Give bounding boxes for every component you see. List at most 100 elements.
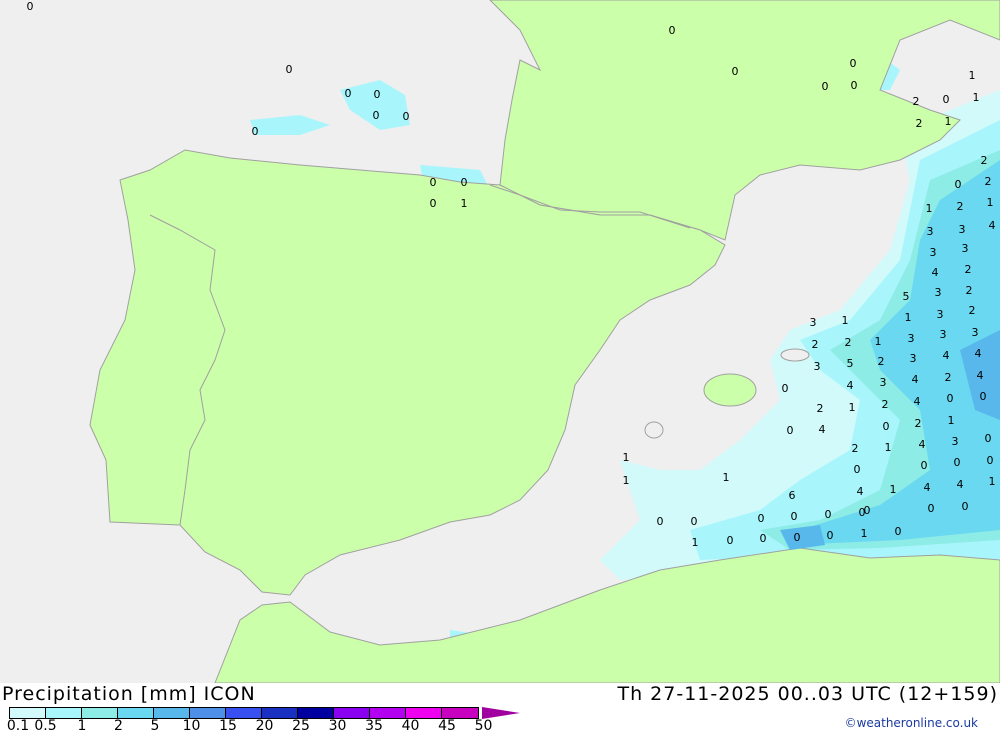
precip-value-label: 4 <box>989 219 996 232</box>
color-swatch <box>262 708 298 718</box>
scale-tick-label: 20 <box>255 718 274 734</box>
credit-link[interactable]: ©weatheronline.co.uk <box>845 716 978 730</box>
scale-tick-label: 0.1 <box>6 718 30 734</box>
scale-tick-label: 30 <box>328 718 347 734</box>
precip-value-label: 3 <box>930 246 937 259</box>
precip-value-label: 0 <box>782 382 789 395</box>
precip-value-label: 3 <box>937 308 944 321</box>
precip-value-label: 4 <box>847 379 854 392</box>
precip-value-label: 2 <box>852 442 859 455</box>
precip-value-label: 3 <box>952 435 959 448</box>
precip-value-label: 5 <box>847 357 854 370</box>
precip-value-label: 2 <box>981 154 988 167</box>
precip-value-label: 1 <box>875 335 882 348</box>
precip-value-label: 4 <box>975 347 982 360</box>
precip-value-label: 0 <box>985 432 992 445</box>
precip-value-label: 0 <box>374 88 381 101</box>
precip-value-label: 3 <box>910 352 917 365</box>
color-scale-ticks: 0.1 0.5 1 2 5 10 15 20 25 30 35 40 45 50 <box>0 718 520 734</box>
precip-value-label: 2 <box>817 402 824 415</box>
precip-value-label: 1 <box>723 471 730 484</box>
precip-value-label: 3 <box>908 332 915 345</box>
precip-value-label: 4 <box>919 438 926 451</box>
precip-value-label: 5 <box>903 290 910 303</box>
precip-value-label: 4 <box>819 423 826 436</box>
precip-value-label: 0 <box>461 176 468 189</box>
precip-value-label: 1 <box>987 196 994 209</box>
precip-value-label: 6 <box>789 489 796 502</box>
precip-value-label: 0 <box>760 532 767 545</box>
precip-value-label: 0 <box>787 424 794 437</box>
precip-value-label: 0 <box>286 63 293 76</box>
scale-tick-label: 0.5 <box>34 718 57 734</box>
color-swatch <box>10 708 46 718</box>
precip-value-label: 0 <box>727 534 734 547</box>
valid-time: Th 27-11-2025 00..03 UTC (12+159) <box>617 683 998 705</box>
precip-value-label: 3 <box>972 326 979 339</box>
precip-value-label: 2 <box>916 117 923 130</box>
precip-value-label: 1 <box>842 314 849 327</box>
precip-value-label: 0 <box>732 65 739 78</box>
precip-value-label: 0 <box>947 392 954 405</box>
precip-value-label: 2 <box>913 95 920 108</box>
color-swatch <box>118 708 154 718</box>
precip-value-label: 0 <box>954 456 961 469</box>
precip-value-label: 1 <box>692 536 699 549</box>
precip-value-label: 0 <box>928 502 935 515</box>
precip-value-label: 0 <box>669 24 676 37</box>
precip-value-label: 0 <box>373 109 380 122</box>
precip-value-label: 2 <box>985 175 992 188</box>
precip-value-label: 2 <box>945 371 952 384</box>
precip-value-label: 0 <box>987 454 994 467</box>
precip-value-label: 0 <box>27 0 34 13</box>
precip-value-label: 0 <box>864 504 871 517</box>
precip-value-label: 2 <box>878 355 885 368</box>
land-ibiza <box>644 421 664 439</box>
precip-value-label: 1 <box>926 202 933 215</box>
precip-value-label: 3 <box>935 286 942 299</box>
precip-value-label: 2 <box>965 263 972 276</box>
precip-value-label: 4 <box>857 485 864 498</box>
color-swatch <box>370 708 406 718</box>
precip-value-label: 3 <box>927 225 934 238</box>
precip-value-label: 3 <box>959 223 966 236</box>
precip-value-label: 0 <box>822 80 829 93</box>
land-menorca <box>780 348 810 362</box>
precip-value-label: 1 <box>973 91 980 104</box>
precipitation-map: 0 0 0 0 0 0 0 0 0 0 0 0 0 0 0 1 2 0 1 1 2 1 2 0 2 1 2 1 3 3 4 3 3 4 2 5 3 2 3 1… <box>0 0 1000 683</box>
color-swatch <box>298 708 334 718</box>
precip-value-label: 2 <box>966 284 973 297</box>
precip-value-label: 1 <box>861 527 868 540</box>
scale-tick-label: 40 <box>401 718 420 734</box>
precip-value-label: 1 <box>948 414 955 427</box>
precip-value-label: 4 <box>914 395 921 408</box>
color-swatch <box>334 708 370 718</box>
color-swatch <box>226 708 262 718</box>
precip-value-label: 4 <box>912 373 919 386</box>
precip-value-label: 0 <box>345 87 352 100</box>
precip-value-label: 0 <box>403 110 410 123</box>
land-mallorca <box>703 373 757 407</box>
precip-value-label: 4 <box>957 478 964 491</box>
precip-value-label: 0 <box>825 508 832 521</box>
precip-value-label: 4 <box>924 481 931 494</box>
precip-value-label: 0 <box>883 420 890 433</box>
precip-value-label: 0 <box>430 176 437 189</box>
precip-value-label: 4 <box>932 266 939 279</box>
color-swatch <box>190 708 226 718</box>
map-title: Precipitation [mm] ICON <box>2 683 256 705</box>
color-swatch <box>82 708 118 718</box>
scale-tick-label: 10 <box>182 718 201 734</box>
scale-tick-label: 2 <box>114 718 123 734</box>
precip-value-label: 2 <box>969 304 976 317</box>
precip-value-label: 0 <box>921 459 928 472</box>
precip-value-label: 0 <box>854 463 861 476</box>
precip-value-label: 2 <box>845 336 852 349</box>
scale-tick-label: 50 <box>474 718 493 734</box>
color-swatch <box>406 708 442 718</box>
precip-value-label: 0 <box>827 529 834 542</box>
precip-value-label: 1 <box>905 311 912 324</box>
precip-value-label: 0 <box>430 197 437 210</box>
scale-tick-label: 15 <box>219 718 237 734</box>
precip-value-label: 2 <box>812 338 819 351</box>
